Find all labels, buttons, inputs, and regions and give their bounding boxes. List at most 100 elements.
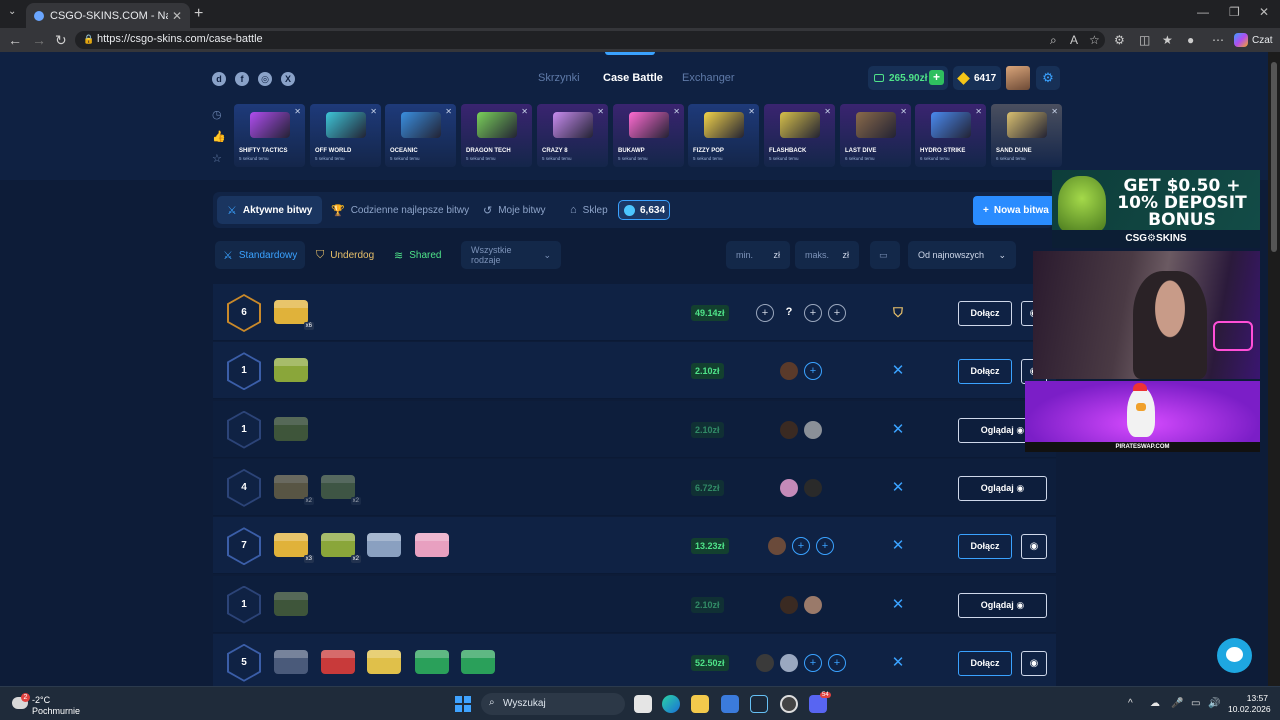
- support-chat-button[interactable]: [1217, 638, 1252, 673]
- windows-start-icon[interactable]: [455, 696, 471, 712]
- back-icon[interactable]: ←: [8, 32, 22, 48]
- thumbs-up-icon[interactable]: 👍: [212, 130, 226, 143]
- case-card[interactable]: ✕ SAND DUNE 6 sekund temu: [991, 104, 1062, 167]
- network-icon[interactable]: ▭: [1191, 698, 1200, 709]
- task-view-icon[interactable]: [634, 695, 652, 713]
- zoom-icon[interactable]: ⌕: [1050, 33, 1057, 48]
- max-price-input[interactable]: maks. zł: [795, 241, 859, 269]
- player-avatar[interactable]: [756, 653, 774, 672]
- close-icon[interactable]: ✕: [1051, 107, 1058, 116]
- tab-list-icon[interactable]: ⌄: [8, 6, 16, 17]
- steam-icon[interactable]: [750, 695, 768, 713]
- case-card[interactable]: ✕ FIZZY POP 5 sekund temu: [688, 104, 759, 167]
- battle-row[interactable]: 4 x2 x2 6.72zł ✕ Oglądaj ◉: [213, 458, 1056, 516]
- url-field[interactable]: 🔒 https://csgo-skins.com/case-battle: [75, 31, 1105, 49]
- join-button[interactable]: Dołącz: [958, 301, 1012, 326]
- player-avatar[interactable]: [780, 362, 798, 381]
- tab-shop[interactable]: ⌂ Sklep: [560, 196, 618, 224]
- split-screen-icon[interactable]: ◫: [1139, 33, 1150, 47]
- profile-icon[interactable]: ●: [1187, 33, 1194, 47]
- instagram-icon[interactable]: ◎: [258, 72, 272, 86]
- discord-icon[interactable]: d: [212, 72, 226, 86]
- settings-gear-icon[interactable]: ⚙: [1036, 66, 1060, 90]
- battle-row[interactable]: 1 2.10zł ✕ Oglądaj ◉: [213, 400, 1056, 458]
- type-select[interactable]: Wszystkie rodzaje ⌄: [461, 241, 561, 269]
- battle-row[interactable]: 6x649.14zł+?++⛉Dołącz◉: [213, 284, 1056, 341]
- case-card[interactable]: ✕ OFF WORLD 5 sekund temu: [310, 104, 381, 167]
- coins-balance[interactable]: 6417: [953, 66, 1001, 90]
- read-aloud-icon[interactable]: A: [1070, 33, 1078, 47]
- join-slot-plus-icon[interactable]: +: [816, 537, 834, 556]
- extensions-icon[interactable]: ⚙: [1114, 33, 1125, 47]
- join-button[interactable]: Dołącz: [958, 359, 1012, 385]
- tab-active-battles[interactable]: ⚔ Aktywne bitwy: [217, 196, 323, 224]
- close-icon[interactable]: ✕: [370, 107, 377, 116]
- more-icon[interactable]: ⋯: [1212, 33, 1224, 47]
- page-scrollbar[interactable]: [1268, 52, 1280, 686]
- watch-eye-button[interactable]: ◉: [1021, 650, 1047, 676]
- close-tab-icon[interactable]: ✕: [172, 9, 182, 23]
- x-twitter-icon[interactable]: X: [281, 72, 295, 86]
- copilot-chat-button[interactable]: Czat: [1234, 32, 1273, 48]
- join-slot-plus-icon[interactable]: +: [804, 304, 822, 322]
- obs-icon[interactable]: [780, 695, 798, 713]
- case-card[interactable]: ✕ BUKAWP 5 sekund temu: [613, 104, 684, 167]
- new-tab-icon[interactable]: +: [194, 5, 203, 23]
- system-clock[interactable]: 13:57 10.02.2026: [1228, 693, 1271, 715]
- player-avatar[interactable]: [780, 595, 798, 614]
- nav-case-battle[interactable]: Case Battle: [603, 72, 663, 84]
- star-icon[interactable]: ☆: [212, 152, 222, 165]
- case-card[interactable]: ✕ CRAZY 8 5 sekund temu: [537, 104, 608, 167]
- cloud-sync-icon[interactable]: ☁: [1150, 698, 1160, 709]
- favorites-bar-icon[interactable]: ★: [1162, 33, 1173, 47]
- facebook-icon[interactable]: f: [235, 72, 249, 86]
- tab-daily-best[interactable]: 🏆 Codzienne najlepsze bitwy: [321, 196, 479, 224]
- join-slot-plus-icon[interactable]: +: [792, 537, 810, 556]
- watch-button[interactable]: Oglądaj ◉: [958, 592, 1047, 618]
- close-icon[interactable]: ✕: [900, 107, 907, 116]
- close-icon[interactable]: ✕: [597, 107, 604, 116]
- minimize-icon[interactable]: —: [1197, 5, 1209, 19]
- join-slot-plus-icon[interactable]: +: [756, 304, 774, 322]
- close-window-icon[interactable]: ✕: [1259, 5, 1269, 19]
- taskbar-search[interactable]: ⌕ Wyszukaj: [481, 693, 625, 715]
- filter-standard[interactable]: ⚔ Standardowy: [215, 241, 306, 269]
- close-icon[interactable]: ✕: [673, 107, 680, 116]
- volume-icon[interactable]: 🔊: [1208, 698, 1220, 709]
- maximize-icon[interactable]: ❐: [1229, 5, 1240, 19]
- reload-icon[interactable]: ↻: [55, 32, 67, 49]
- battle-row[interactable]: 5 52.50zł + + ✕ Dołącz ◉: [213, 633, 1056, 686]
- case-card[interactable]: ✕ HYDRO STRIKE 6 sekund temu: [915, 104, 986, 167]
- sort-select[interactable]: Od najnowszych ⌄: [908, 241, 1016, 269]
- close-icon[interactable]: ✕: [748, 107, 755, 116]
- battle-row[interactable]: 1 2.10zł ✕ Oglądaj ◉: [213, 575, 1056, 633]
- join-button[interactable]: Dołącz: [958, 534, 1012, 560]
- file-explorer-icon[interactable]: [691, 695, 709, 713]
- deposit-plus-button[interactable]: +: [929, 70, 944, 85]
- close-icon[interactable]: ✕: [294, 107, 301, 116]
- join-slot-plus-icon[interactable]: +: [804, 362, 822, 381]
- store-icon[interactable]: [721, 695, 739, 713]
- tray-chevron-icon[interactable]: ^: [1128, 698, 1133, 709]
- join-button[interactable]: Dołącz: [958, 650, 1012, 676]
- watch-button[interactable]: Oglądaj ◉: [958, 475, 1047, 501]
- favorite-icon[interactable]: ☆: [1089, 33, 1100, 47]
- close-icon[interactable]: ✕: [975, 107, 982, 116]
- scrollbar-thumb[interactable]: [1271, 62, 1277, 252]
- close-icon[interactable]: ✕: [445, 107, 452, 116]
- player-avatar[interactable]: [804, 478, 822, 497]
- player-avatar[interactable]: [780, 478, 798, 497]
- balance-wallet[interactable]: 265.90zł +: [868, 66, 948, 90]
- case-card[interactable]: ✕ FLASHBACK 5 sekund temu: [764, 104, 835, 167]
- filter-underdog[interactable]: ⛉ Underdog: [308, 241, 382, 269]
- tab-my-battles[interactable]: ↺ Moje bitwy: [473, 196, 555, 224]
- promo-banner[interactable]: GET $0.50 + 10% DEPOSIT BONUS CSG⚙SKINS: [1052, 170, 1260, 248]
- case-card[interactable]: ✕ SHIFTY TACTICS 5 sekund temu: [234, 104, 305, 167]
- join-slot-plus-icon[interactable]: +: [828, 653, 846, 672]
- close-icon[interactable]: ✕: [824, 107, 831, 116]
- join-slot-plus-icon[interactable]: +: [804, 653, 822, 672]
- case-card[interactable]: ✕ LAST DIVE 6 sekund temu: [840, 104, 911, 167]
- forward-icon[interactable]: →: [32, 32, 46, 48]
- watch-eye-button[interactable]: ◉: [1021, 534, 1047, 560]
- edge-icon[interactable]: [662, 695, 680, 713]
